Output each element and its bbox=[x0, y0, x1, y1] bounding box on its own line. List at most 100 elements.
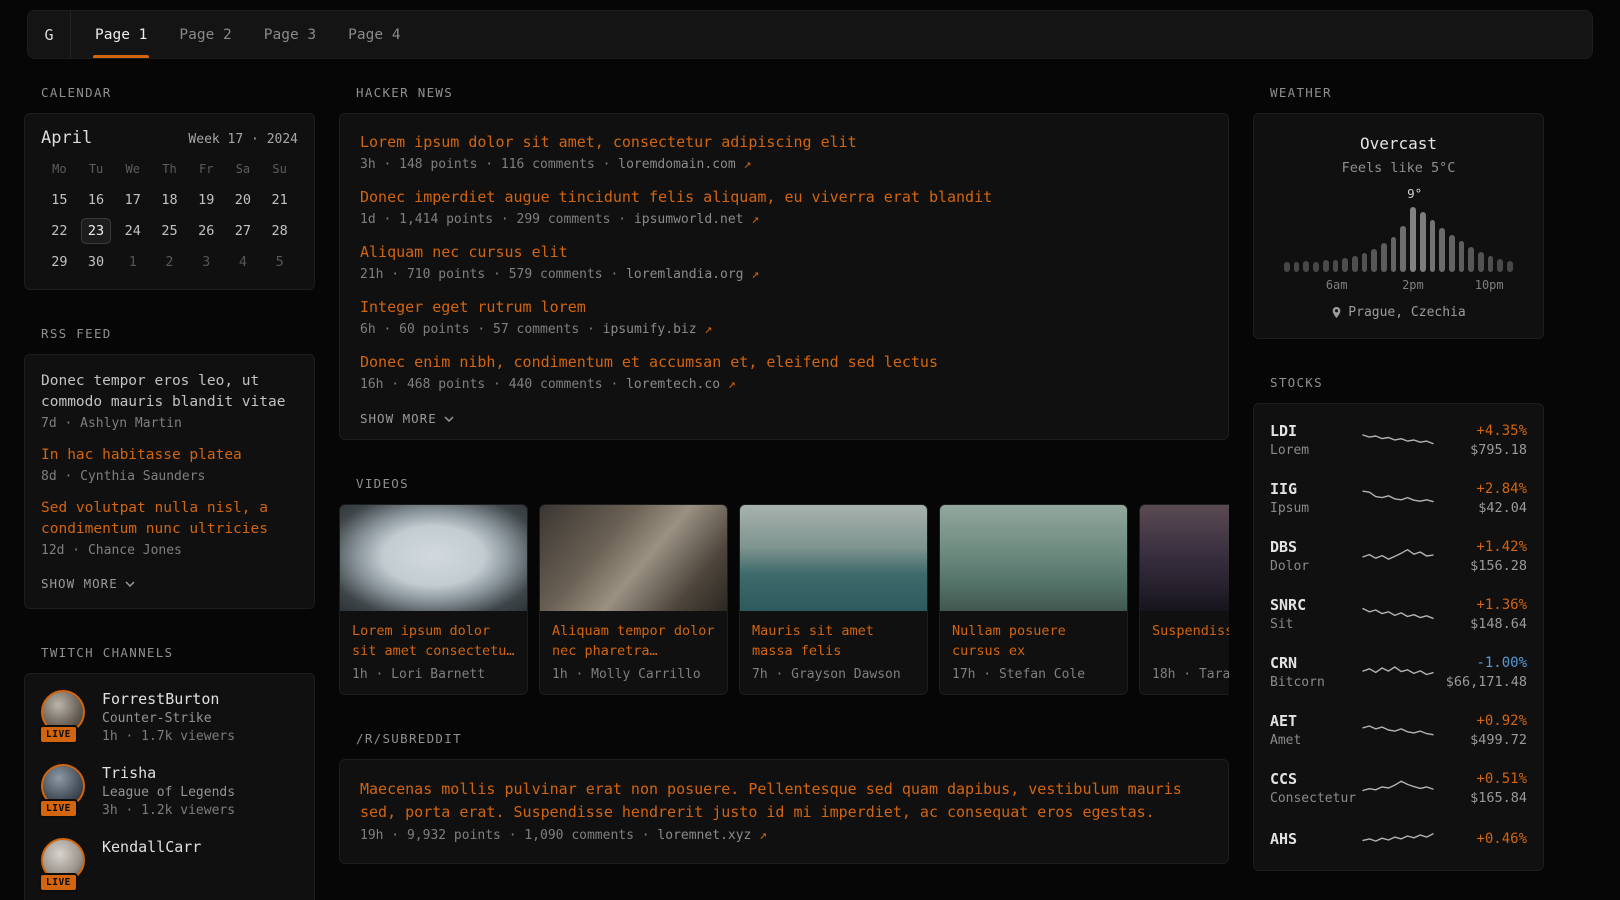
video-thumbnail[interactable] bbox=[740, 505, 927, 611]
video-title-link[interactable]: Nullam posuere cursus ex bbox=[952, 621, 1115, 661]
stock-row[interactable]: DBS Dolor +1.42% $156.28 bbox=[1270, 527, 1527, 585]
nav-tab[interactable]: Page 1 bbox=[95, 11, 147, 58]
video-thumbnail[interactable] bbox=[540, 505, 727, 611]
video-card[interactable]: Suspendisse diam 18h · Tara bbox=[1139, 504, 1229, 695]
rss-item-title[interactable]: Donec tempor eros leo, ut commodo mauris… bbox=[41, 371, 298, 413]
video-card-body: Mauris sit amet massa felis 7h · Grayson… bbox=[740, 611, 927, 694]
subreddit-section: /R/SUBREDDIT Maecenas mollis pulvinar er… bbox=[339, 731, 1229, 864]
video-card[interactable]: Aliquam tempor dolor nec pharetra… 1h · … bbox=[539, 504, 728, 695]
dashboard-content: CALENDAR April Week 17 · 2024 Mo Tu We T… bbox=[0, 59, 1620, 900]
video-title-link[interactable]: Lorem ipsum dolor sit amet consectetu… bbox=[352, 621, 515, 661]
stock-sparkline bbox=[1362, 486, 1434, 510]
subreddit-section-header: /R/SUBREDDIT bbox=[339, 731, 1229, 746]
subreddit-widget: Maecenas mollis pulvinar erat non posuer… bbox=[339, 759, 1229, 864]
video-title-link[interactable]: Aliquam tempor dolor nec pharetra… bbox=[552, 621, 715, 661]
story-title-link[interactable]: Lorem ipsum dolor sit amet, consectetur … bbox=[360, 132, 1208, 153]
story-domain-link[interactable]: ipsumworld.net bbox=[634, 212, 744, 227]
video-thumbnail[interactable] bbox=[940, 505, 1127, 611]
story-meta-text: 3h · 148 points · 116 comments · bbox=[360, 157, 618, 172]
story-title-link[interactable]: Aliquam nec cursus elit bbox=[360, 242, 1208, 263]
rss-item-title[interactable]: Sed volutpat nulla nisl, a condimentum n… bbox=[41, 498, 298, 540]
post-domain-link[interactable]: loremnet.xyz bbox=[657, 828, 751, 843]
stock-sparkline bbox=[1362, 718, 1434, 742]
stock-row[interactable]: SNRC Sit +1.36% $148.64 bbox=[1270, 585, 1527, 643]
post-title-link[interactable]: Maecenas mollis pulvinar erat non posuer… bbox=[360, 778, 1208, 824]
hackernews-show-more-label: SHOW MORE bbox=[360, 411, 437, 426]
stock-values: +4.35% $795.18 bbox=[1434, 423, 1527, 458]
story-domain-link[interactable]: loremdomain.com bbox=[618, 157, 735, 172]
weather-bar bbox=[1478, 252, 1484, 272]
story-domain-link[interactable]: ipsumify.biz bbox=[603, 322, 697, 337]
stock-row[interactable]: AHS +0.46% bbox=[1270, 817, 1527, 863]
story-title-link[interactable]: Donec enim nibh, condimentum et accumsan… bbox=[360, 352, 1208, 373]
weather-widget: Overcast Feels like 5°C 9° 6am 2pm 10pm bbox=[1253, 113, 1544, 339]
video-title-link[interactable]: Mauris sit amet massa felis bbox=[752, 621, 915, 661]
stock-row[interactable]: CCS Consectetur +0.51% $165.84 bbox=[1270, 759, 1527, 817]
stock-values: +1.42% $156.28 bbox=[1434, 539, 1527, 574]
weather-location: Prague, Czechia bbox=[1270, 305, 1527, 320]
twitch-channel-row[interactable]: LIVE ForrestBurton Counter-Strike 1h · 1… bbox=[41, 690, 298, 744]
stock-row[interactable]: LDI Lorem +4.35% $795.18 bbox=[1270, 411, 1527, 469]
stock-row[interactable]: CRN Bitcorn -1.00% $66,171.48 bbox=[1270, 643, 1527, 701]
stock-price: $156.28 bbox=[1434, 558, 1527, 574]
rss-item: In hac habitasse platea 8d · Cynthia Sau… bbox=[41, 445, 298, 484]
rss-section-header: RSS FEED bbox=[24, 326, 315, 341]
story-meta: 16h · 468 points · 440 comments · loremt… bbox=[360, 377, 1208, 392]
calendar-day-header: Mo bbox=[41, 158, 78, 182]
hackernews-show-more-button[interactable]: SHOW MORE bbox=[360, 411, 454, 426]
calendar-day: 17 bbox=[114, 187, 151, 213]
story-domain-link[interactable]: loremtech.co bbox=[626, 377, 720, 392]
calendar-day: 25 bbox=[151, 218, 188, 244]
stock-name: Lorem bbox=[1270, 443, 1362, 458]
channel-meta: 1h · 1.7k viewers bbox=[102, 729, 235, 744]
location-pin-icon bbox=[1331, 306, 1342, 319]
video-card[interactable]: Nullam posuere cursus ex 17h · Stefan Co… bbox=[939, 504, 1128, 695]
rss-show-more-button[interactable]: SHOW MORE bbox=[41, 576, 135, 591]
stock-sparkline bbox=[1362, 828, 1434, 852]
channel-name[interactable]: Trisha bbox=[102, 764, 235, 782]
story-item: Aliquam nec cursus elit 21h · 710 points… bbox=[360, 242, 1208, 282]
channel-meta: 3h · 1.2k viewers bbox=[102, 803, 235, 818]
channel-name[interactable]: ForrestBurton bbox=[102, 690, 235, 708]
video-card[interactable]: Mauris sit amet massa felis 7h · Grayson… bbox=[739, 504, 928, 695]
nav-tab[interactable]: Page 3 bbox=[264, 11, 316, 58]
weather-section-header: WEATHER bbox=[1253, 85, 1544, 100]
nav-tab[interactable]: Page 2 bbox=[179, 11, 231, 58]
stock-values: +2.84% $42.04 bbox=[1434, 481, 1527, 516]
video-card[interactable]: Lorem ipsum dolor sit amet consectetu… 1… bbox=[339, 504, 528, 695]
story-meta: 3h · 148 points · 116 comments · loremdo… bbox=[360, 157, 1208, 172]
calendar-month: April bbox=[41, 128, 92, 148]
story-domain-link[interactable]: loremlandia.org bbox=[626, 267, 743, 282]
video-title-link[interactable]: Suspendisse diam bbox=[1152, 621, 1229, 661]
video-meta: 1h · Molly Carrillo bbox=[552, 667, 715, 682]
channel-name[interactable]: KendallCarr bbox=[102, 838, 201, 856]
twitch-channel-row[interactable]: LIVE KendallCarr bbox=[41, 838, 298, 884]
video-thumbnail[interactable] bbox=[340, 505, 527, 611]
stock-sparkline-wrap bbox=[1362, 428, 1434, 452]
calendar-day: 16 bbox=[78, 187, 115, 213]
story-title-link[interactable]: Donec imperdiet augue tincidunt felis al… bbox=[360, 187, 1208, 208]
video-meta: 17h · Stefan Cole bbox=[952, 667, 1115, 682]
story-title-link[interactable]: Integer eget rutrum lorem bbox=[360, 297, 1208, 318]
rss-item-title[interactable]: In hac habitasse platea bbox=[41, 445, 298, 466]
calendar-day-header: Th bbox=[151, 158, 188, 182]
weather-section: WEATHER Overcast Feels like 5°C 9° 6am 2… bbox=[1253, 85, 1544, 339]
stock-row[interactable]: AET Amet +0.92% $499.72 bbox=[1270, 701, 1527, 759]
calendar-day: 30 bbox=[78, 249, 115, 275]
calendar-day: 5 bbox=[261, 249, 298, 275]
top-nav: G Page 1 Page 2 Page 3 Page 4 bbox=[27, 10, 1593, 59]
stock-row[interactable]: IIG Ipsum +2.84% $42.04 bbox=[1270, 469, 1527, 527]
stock-change: +2.84% bbox=[1434, 481, 1527, 497]
app-logo[interactable]: G bbox=[28, 11, 71, 58]
nav-tab[interactable]: Page 4 bbox=[348, 11, 400, 58]
calendar-day: 4 bbox=[225, 249, 262, 275]
weather-bar bbox=[1449, 235, 1455, 272]
stock-price: $165.84 bbox=[1434, 790, 1527, 806]
stock-name: Dolor bbox=[1270, 559, 1362, 574]
page-tabs: Page 1 Page 2 Page 3 Page 4 bbox=[95, 11, 401, 58]
video-thumbnail[interactable] bbox=[1140, 505, 1229, 611]
twitch-channel-row[interactable]: LIVE Trisha League of Legends 3h · 1.2k … bbox=[41, 764, 298, 818]
stock-ticker: LDI bbox=[1270, 422, 1362, 440]
stock-sparkline bbox=[1362, 544, 1434, 568]
weather-chart: 9° 6am 2pm 10pm bbox=[1270, 186, 1527, 294]
